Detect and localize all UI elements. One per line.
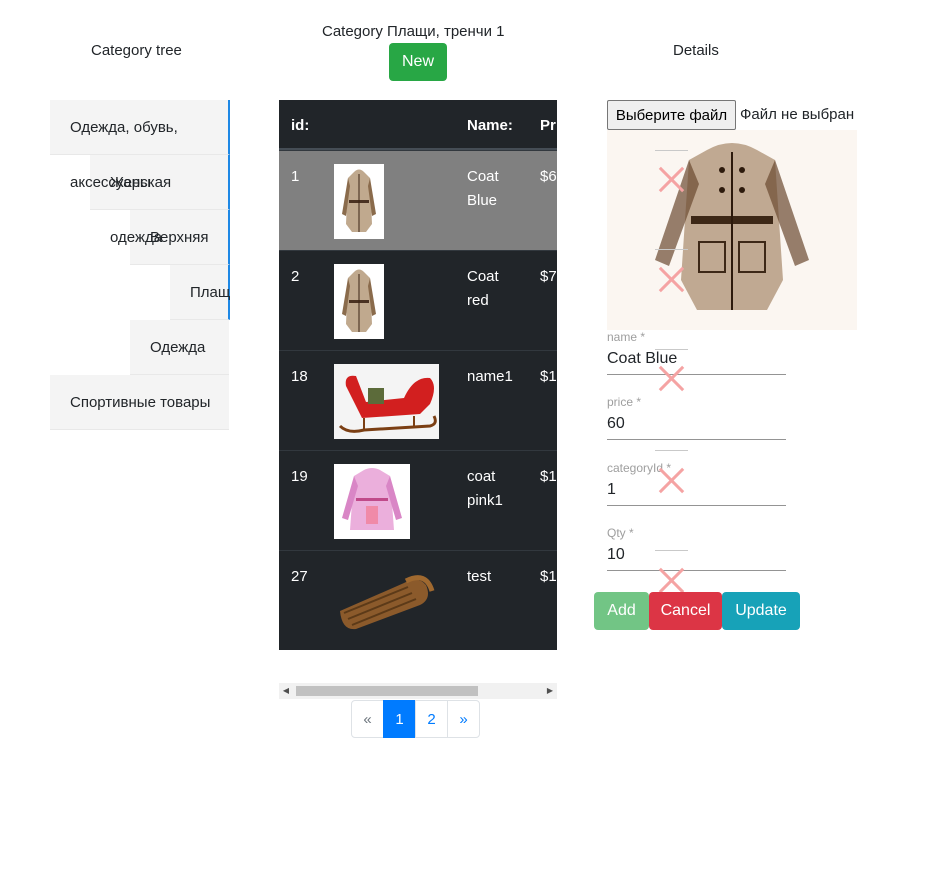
close-icon [658, 364, 686, 392]
details-title: Details [673, 42, 719, 59]
price-field-underline [607, 439, 786, 440]
product-image-preview [607, 130, 857, 330]
table-row[interactable]: 1 Coat Blue $6 [279, 150, 557, 250]
tree-item-label: Спортивные товары [70, 394, 211, 411]
row-price: $1 [540, 568, 557, 585]
name-field-underline [607, 374, 786, 375]
cancel-button[interactable]: Cancel [649, 592, 722, 630]
close-icon [658, 466, 686, 494]
row-id: 2 [291, 268, 300, 285]
divider [655, 550, 688, 551]
close-icon [658, 265, 686, 293]
column-header-name: Name: [467, 117, 513, 134]
row-price: $1 [540, 368, 557, 385]
tree-item-raincoats[interactable]: Плащ [170, 265, 230, 320]
tree-item-label: Одежда, обувь, [70, 119, 178, 136]
tree-item-outerwear[interactable]: одежда Верхняя [110, 210, 230, 265]
divider [655, 249, 688, 250]
coat-red-image [334, 264, 384, 339]
pagination-next[interactable]: » [447, 700, 480, 738]
tree-item-label: Одежда [150, 339, 206, 356]
price-field[interactable]: 60 [607, 415, 625, 433]
tree-item-label: Женская [110, 174, 172, 191]
file-status: Файл не выбран [740, 106, 855, 123]
category-title: Category Плащи, тренчи 1 [322, 23, 505, 40]
column-header-price: Pr [540, 117, 556, 134]
pagination-page-1[interactable]: 1 [383, 700, 416, 738]
category-id-field-underline [607, 505, 786, 506]
divider [655, 150, 688, 151]
table-header: id: Name: Pr [279, 100, 557, 150]
products-table: id: Name: Pr 1 Coat Blue $6 2 Coat red $… [279, 100, 557, 650]
divider [655, 349, 688, 350]
update-button[interactable]: Update [722, 592, 800, 630]
sleigh-image [334, 364, 439, 439]
tree-item-clothing-shoes[interactable]: Одежда, обувь, [50, 100, 230, 155]
tree-item-sports[interactable]: Спортивные товары [50, 375, 229, 430]
tree-item-women[interactable]: аксессуары Женская [70, 155, 230, 210]
scroll-left-arrow-icon[interactable]: ◀ [279, 683, 293, 699]
category-id-field[interactable]: 1 [607, 481, 616, 499]
row-name: name1 [467, 368, 513, 385]
row-id: 1 [291, 168, 300, 185]
qty-field-label: Qty * [607, 526, 634, 540]
scroll-right-arrow-icon[interactable]: ▶ [543, 683, 557, 699]
row-name: coat pink1 [467, 468, 503, 509]
table-row[interactable]: 19 coat pink1 $1 [279, 450, 557, 550]
new-button[interactable]: New [389, 43, 447, 81]
row-price: $1 [540, 468, 557, 485]
scrollbar-thumb[interactable] [296, 686, 478, 696]
row-name: Coat red [467, 268, 499, 309]
choose-file-button[interactable]: Выберите файл [607, 100, 736, 130]
row-name: Coat Blue [467, 168, 499, 209]
pagination-prev[interactable]: « [351, 700, 384, 738]
coat-blue-image [334, 164, 384, 239]
wooden-sled-image [340, 575, 435, 630]
table-row[interactable]: 27 test $1 [279, 550, 557, 650]
table-horizontal-scrollbar[interactable]: ◀ ▶ [279, 683, 557, 699]
tree-item-label: Верхняя [150, 229, 209, 246]
row-id: 19 [291, 468, 308, 485]
row-id: 27 [291, 568, 308, 585]
tree-item-clothing[interactable]: Одежда [130, 320, 229, 375]
qty-field[interactable]: 10 [607, 546, 625, 564]
row-id: 18 [291, 368, 308, 385]
divider [655, 450, 688, 451]
pagination: « 1 2 » [351, 700, 480, 738]
row-price: $7 [540, 268, 557, 285]
tree-item-label: Плащ [190, 284, 231, 301]
row-price: $6 [540, 168, 557, 185]
qty-field-underline [607, 570, 786, 571]
column-header-id: id: [291, 117, 310, 134]
name-field-label: name * [607, 330, 646, 344]
coat-pink-image [334, 464, 410, 539]
close-icon [658, 566, 686, 594]
price-field-label: price * [607, 395, 642, 409]
table-row[interactable]: 2 Coat red $7 [279, 250, 557, 350]
table-row[interactable]: 18 name1 $1 [279, 350, 557, 450]
close-icon [658, 165, 686, 193]
add-button[interactable]: Add [594, 592, 649, 630]
row-name: test [467, 568, 492, 585]
pagination-page-2[interactable]: 2 [415, 700, 448, 738]
category-tree-title: Category tree [91, 42, 182, 59]
